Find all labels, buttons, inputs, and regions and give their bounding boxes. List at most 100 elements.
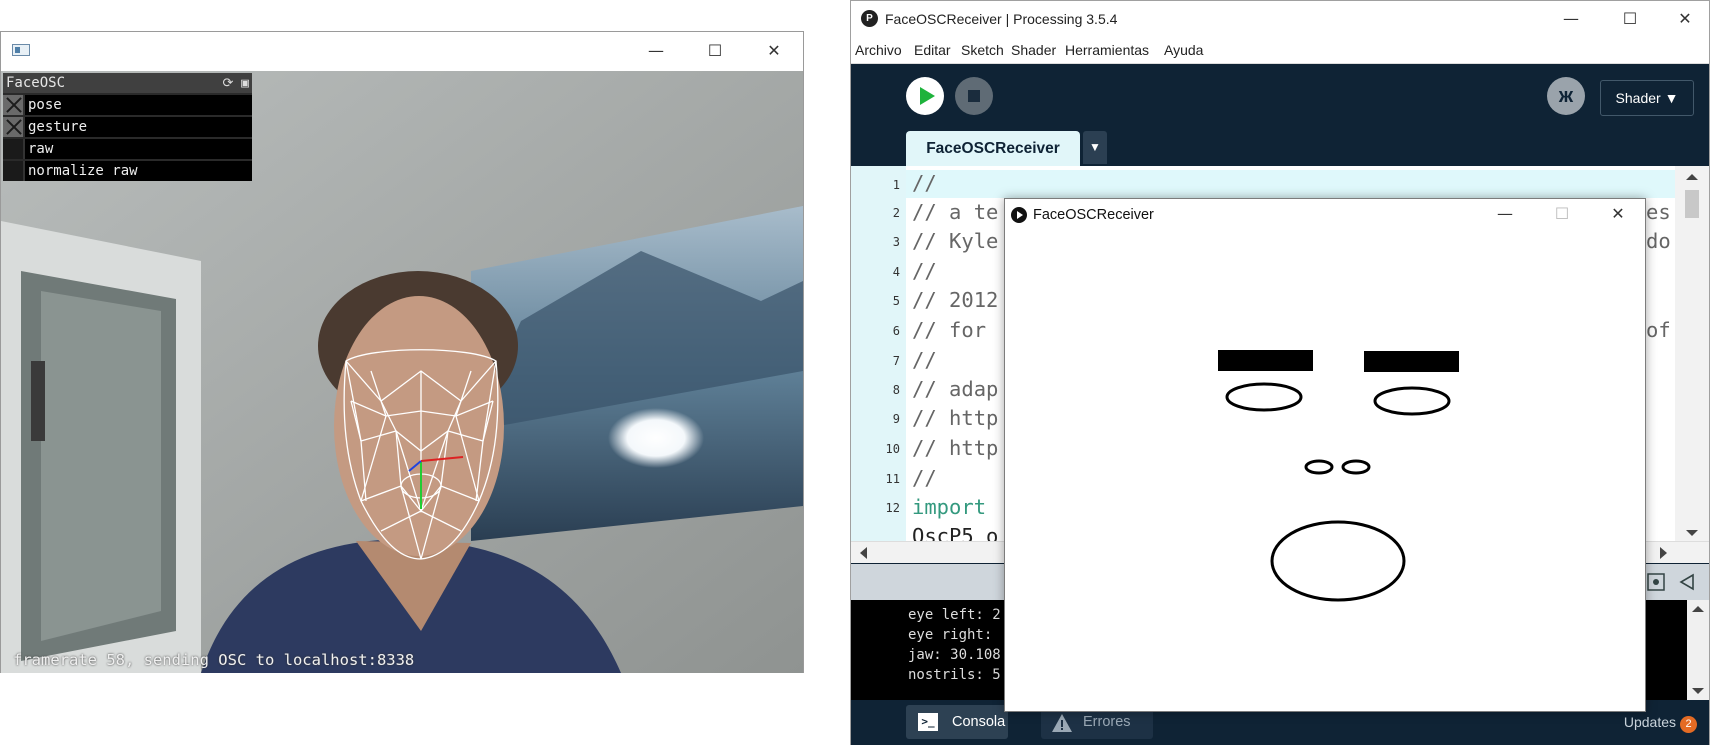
console-settings-icon[interactable]	[1647, 573, 1665, 591]
sketch-output-window: FaceOSCReceiver — ☐ ✕	[1004, 198, 1646, 712]
console-scrollbar[interactable]	[1687, 600, 1709, 700]
sketch-titlebar[interactable]: FaceOSCReceiver — ☐ ✕	[1005, 199, 1645, 231]
line-number: 12	[885, 501, 900, 515]
toggle-label: raw	[28, 141, 54, 157]
minimize-button[interactable]: —	[1482, 199, 1528, 229]
gesture-checkbox[interactable]	[3, 117, 25, 137]
minimize-button[interactable]: —	[1548, 4, 1594, 34]
maximize-button[interactable]: ☐	[1607, 4, 1653, 34]
minimize-button[interactable]: —	[633, 36, 679, 66]
maximize-button[interactable]: ☐	[1539, 199, 1585, 229]
console-line: nostrils: 5	[908, 667, 1001, 683]
collapse-console-icon[interactable]	[1679, 573, 1694, 591]
processing-logo-icon: P	[861, 10, 878, 27]
face-drawing	[1218, 350, 1459, 602]
code-line: // http	[912, 436, 999, 460]
code-line: //	[912, 171, 937, 195]
console-line: eye right:	[908, 627, 993, 643]
tab-faceoscreceiver[interactable]: FaceOSCReceiver	[906, 131, 1080, 166]
console-line: jaw: 30.108	[908, 647, 1001, 663]
pose-checkbox[interactable]	[3, 95, 25, 115]
code-line: // Kyle	[912, 229, 999, 253]
line-number: 2	[892, 206, 900, 220]
mode-label: Shader	[1615, 90, 1661, 106]
code-line-keyword: import	[912, 495, 987, 519]
scroll-up-icon	[1686, 174, 1698, 180]
normalize-raw-checkbox[interactable]	[3, 161, 25, 181]
close-button[interactable]: ✕	[751, 36, 797, 66]
chevron-down-icon: ▼	[1664, 90, 1679, 106]
line-number: 7	[892, 354, 900, 368]
ide-titlebar[interactable]: P FaceOSCReceiver | Processing 3.5.4 — ☐…	[851, 1, 1709, 37]
left-eyebrow	[1218, 350, 1313, 371]
right-nostril	[1341, 459, 1371, 475]
warning-icon	[1052, 714, 1072, 732]
toggle-normalize-raw[interactable]: normalize raw	[3, 159, 252, 181]
menu-bar: Archivo Editar Sketch Shader Herramienta…	[851, 37, 1709, 64]
right-eyebrow	[1364, 351, 1459, 372]
line-number: 4	[892, 265, 900, 279]
toggle-gesture[interactable]: gesture	[3, 115, 252, 137]
refresh-icon[interactable]: ⟳	[222, 76, 233, 91]
consola-label: Consola	[952, 714, 1006, 730]
line-number: 9	[892, 412, 900, 426]
line-number: 11	[885, 472, 900, 486]
stop-button[interactable]	[955, 77, 993, 115]
menu-ayuda[interactable]: Ayuda	[1164, 42, 1203, 58]
ide-window-title: FaceOSCReceiver | Processing 3.5.4	[885, 11, 1118, 27]
tab-consola[interactable]: >_ Consola	[906, 705, 1008, 739]
maximize-button[interactable]: ☐	[692, 36, 738, 66]
framerate-status: framerate 58, sending OSC to localhost:8…	[13, 651, 415, 669]
line-number: 6	[892, 324, 900, 338]
toggle-raw[interactable]: raw	[3, 137, 252, 159]
updates-indicator[interactable]: Updates 2	[1624, 714, 1697, 733]
scroll-down-icon	[1686, 530, 1698, 536]
toggle-label: pose	[28, 97, 62, 113]
close-button[interactable]: ✕	[1595, 199, 1641, 229]
ide-toolbar: ж Shader ▼	[851, 64, 1709, 129]
line-number: 8	[892, 383, 900, 397]
menu-editar[interactable]: Editar	[914, 42, 951, 58]
sketch-canvas	[1005, 231, 1645, 711]
close-button[interactable]: ✕	[1662, 4, 1708, 34]
toggle-pose[interactable]: pose	[3, 93, 252, 115]
code-line: // adap	[912, 377, 999, 401]
run-button[interactable]	[906, 77, 944, 115]
updates-label: Updates	[1623, 714, 1676, 730]
sketch-window-title: FaceOSCReceiver	[1033, 207, 1154, 223]
menu-sketch[interactable]: Sketch	[961, 42, 1004, 58]
code-fragment: do	[1646, 229, 1671, 253]
stop-icon	[968, 90, 980, 102]
editor-vertical-scrollbar[interactable]	[1675, 166, 1709, 544]
menu-shader[interactable]: Shader	[1011, 42, 1056, 58]
right-eye	[1373, 386, 1451, 416]
app-window-icon	[12, 44, 30, 56]
console-line: eye left: 2	[908, 607, 1001, 623]
faceosc-titlebar[interactable]: — ☐ ✕	[1, 32, 803, 71]
sketch-tabs: FaceOSCReceiver ▼	[851, 129, 1709, 166]
mode-selector[interactable]: Shader ▼	[1600, 80, 1694, 116]
code-fragment: of	[1646, 318, 1671, 342]
scroll-right-icon	[1660, 547, 1667, 559]
faceosc-window: — ☐ ✕ FaceOSC ⟳ ▣ pose gesture raw norma…	[0, 31, 804, 673]
line-number: 3	[892, 235, 900, 249]
menu-archivo[interactable]: Archivo	[855, 42, 902, 58]
toggle-label: gesture	[28, 119, 88, 135]
scroll-left-icon	[860, 547, 867, 559]
scroll-thumb	[1685, 190, 1699, 218]
menu-herramientas[interactable]: Herramientas	[1065, 42, 1149, 58]
code-line: //	[912, 348, 937, 372]
current-line-highlight	[851, 170, 1675, 198]
code-line: // 2012	[912, 288, 999, 312]
console-icon: >_	[918, 713, 938, 731]
butterfly-icon[interactable]: ж	[1547, 77, 1585, 115]
code-line: //	[912, 259, 937, 283]
line-number: 5	[892, 294, 900, 308]
updates-count-badge: 2	[1680, 716, 1697, 733]
line-number: 1	[892, 178, 900, 192]
save-icon[interactable]: ▣	[241, 76, 249, 91]
mouth	[1270, 520, 1406, 602]
code-line: // a te	[912, 200, 999, 224]
tab-menu-button[interactable]: ▼	[1083, 131, 1107, 164]
raw-checkbox[interactable]	[3, 139, 25, 159]
